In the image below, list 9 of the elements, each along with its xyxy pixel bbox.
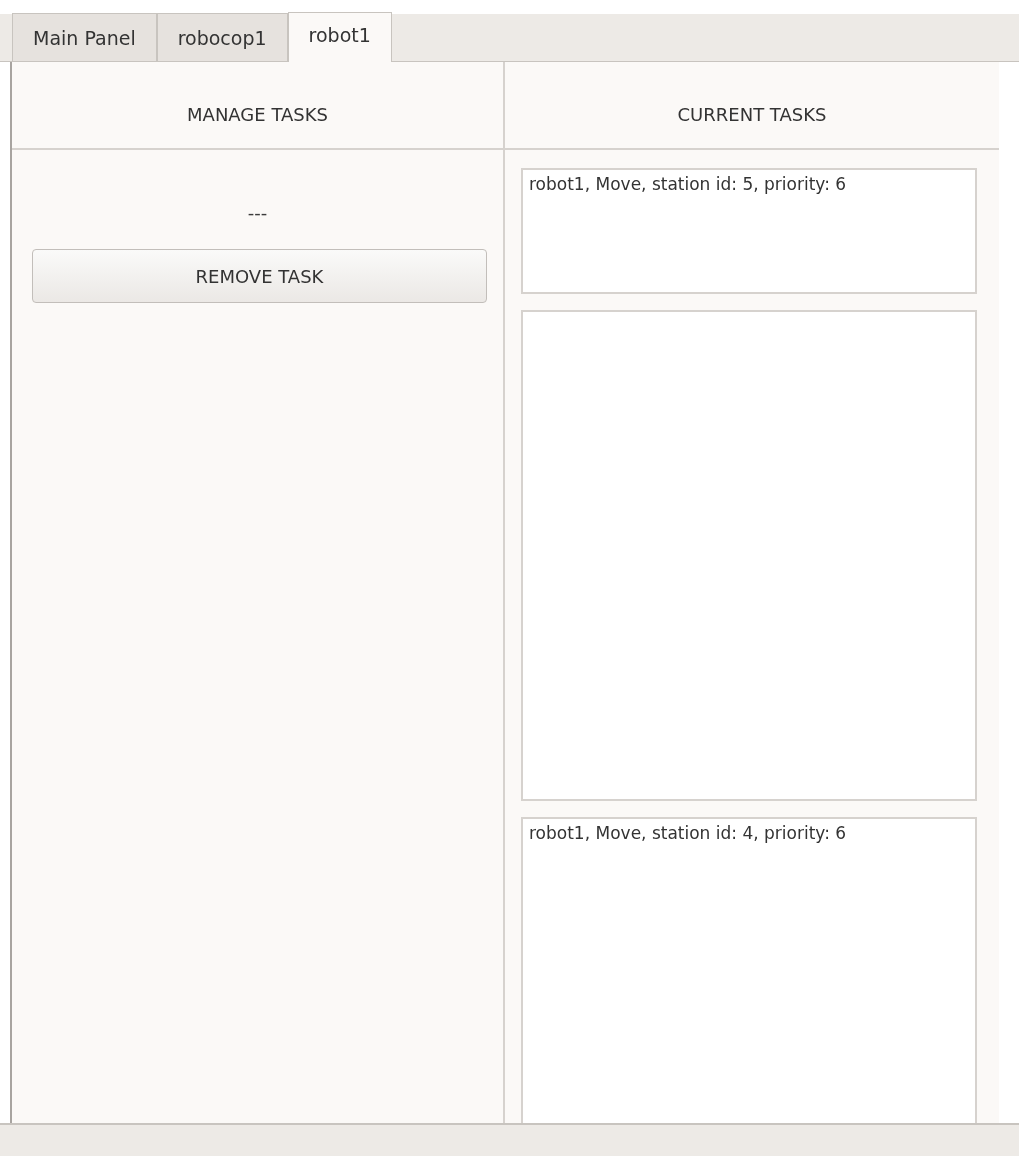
selected-task-label: --- [247, 202, 268, 223]
task-item[interactable]: robot1, Move, station id: 5, priority: 6 [521, 168, 977, 294]
section-title: MANAGE TASKS [187, 103, 328, 125]
tab[interactable]: robot1 [287, 12, 392, 62]
section-title: CURRENT TASKS [677, 103, 827, 125]
tab[interactable]: Main Panel [12, 13, 157, 61]
remove-task-button[interactable]: REMOVE TASK [32, 249, 487, 303]
tab[interactable]: robocop1 [156, 13, 288, 61]
task-item[interactable]: robot1, Move, station id: 4, priority: 6 [521, 817, 977, 1123]
